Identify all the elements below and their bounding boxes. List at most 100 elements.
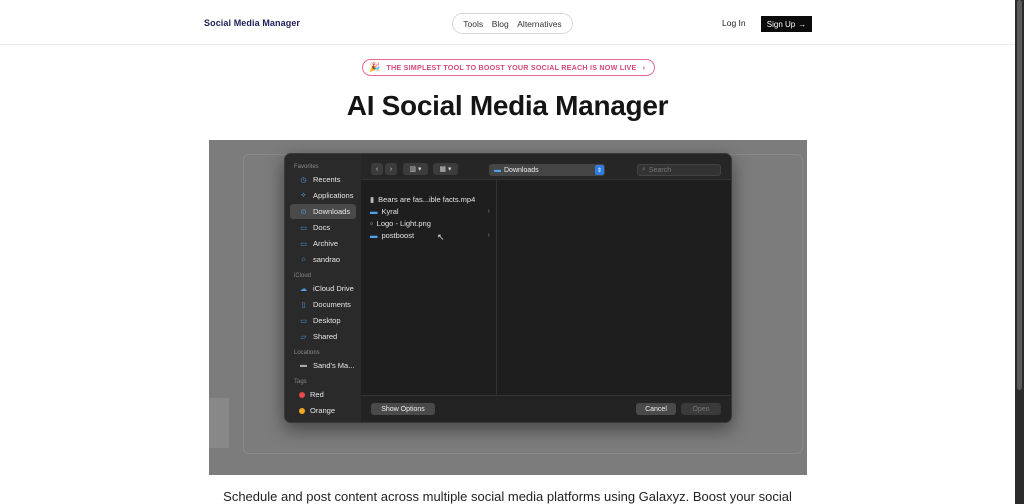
sidebar-item-label: Archive — [313, 239, 339, 248]
signup-button[interactable]: Sign Up → — [761, 16, 812, 32]
login-link[interactable]: Log In — [722, 18, 746, 28]
search-placeholder: Search — [648, 166, 672, 174]
announcement-text: THE SIMPLEST TOOL TO BOOST YOUR SOCIAL R… — [386, 63, 637, 72]
chevron-right-icon: › — [389, 165, 393, 173]
sidebar-item-sandrao[interactable]: ⌂ sandrao — [290, 252, 356, 267]
grid-icon: ▦ — [439, 166, 447, 173]
announcement-banner[interactable]: 🎉 THE SIMPLEST TOOL TO BOOST YOUR SOCIAL… — [362, 59, 655, 76]
sidebar-item-label: iCloud Drive — [313, 284, 354, 293]
page-title: AI Social Media Manager — [346, 90, 669, 121]
list-item[interactable]: ▫ Logo - Light.png — [361, 217, 496, 229]
chevron-right-icon: › — [642, 63, 646, 72]
sidebar-item-icloud-drive[interactable]: ☁ iCloud Drive — [290, 281, 356, 296]
sidebar-item-label: Red — [310, 390, 324, 399]
page: Social Media Manager Tools Blog Alternat… — [0, 0, 1024, 504]
header-divider — [0, 44, 1015, 45]
scrollbar-thumb[interactable] — [1017, 0, 1022, 390]
sidebar-item-archive[interactable]: ▭ Archive — [290, 236, 356, 251]
chevron-down-icon: ▾ — [418, 166, 422, 173]
document-icon: ▯ — [301, 301, 306, 309]
column-view-button[interactable]: ▥ ▾ — [403, 163, 428, 175]
file-open-dialog: Favorites ◷ Recents ⟡ Applications ⊙ Dow… — [284, 153, 732, 423]
cloud-icon: ☁ — [300, 285, 307, 293]
favorites-heading: Favorites — [294, 164, 319, 170]
sidebar-item-label: Orange — [310, 406, 336, 415]
sidebar-item-label: Sand's Ma... — [313, 361, 355, 370]
signup-label: Sign Up — [766, 19, 796, 29]
chevron-right-icon: › — [487, 207, 490, 215]
sidebar-item-label: Documents — [313, 300, 351, 309]
search-icon: ⌕ — [642, 166, 646, 173]
apps-icon: ⟡ — [301, 191, 306, 199]
location-select[interactable]: ▬ Downloads ⇕ — [489, 164, 605, 176]
sidebar-item-applications[interactable]: ⟡ Applications — [290, 188, 356, 203]
sidebar-item-label: Docs — [313, 223, 331, 232]
brand-logo[interactable]: Social Media Manager — [204, 18, 300, 28]
laptop-icon: ▬ — [300, 362, 307, 369]
list-item[interactable]: ▬ postboost › — [361, 229, 496, 241]
folder-icon: ▭ — [300, 224, 307, 232]
shared-folder-icon: ▱ — [300, 333, 307, 341]
file-name: Bears are fas...ible facts.mp4 — [378, 194, 476, 204]
mouse-cursor-icon: ↖ — [437, 232, 445, 242]
main-nav: Tools Blog Alternatives — [452, 13, 573, 34]
show-options-button[interactable]: Show Options — [371, 403, 435, 415]
sidebar-item-downloads[interactable]: ⊙ Downloads — [290, 204, 356, 219]
arrow-right-icon: → — [798, 19, 807, 29]
cancel-button[interactable]: Cancel — [636, 403, 676, 415]
dialog-sidebar: Favorites ◷ Recents ⟡ Applications ⊙ Dow… — [285, 154, 361, 422]
location-label: Downloads — [504, 166, 539, 174]
download-icon: ⊙ — [300, 208, 307, 216]
chevron-left-icon: ‹ — [375, 165, 379, 173]
sidebar-item-label: Recents — [313, 175, 341, 184]
sidebar-tag-red[interactable]: Red — [290, 387, 356, 402]
sidebar-item-label: Downloads — [313, 207, 351, 216]
sidebar-item-label: Shared — [313, 332, 338, 341]
hero-description: Schedule and post content across multipl… — [223, 489, 792, 504]
search-input[interactable]: ⌕ Search — [637, 164, 721, 176]
forward-button[interactable]: › — [385, 163, 397, 175]
video-file-icon: ▮ — [370, 194, 375, 204]
sidebar-item-sands-mac[interactable]: ▬ Sand's Ma... — [290, 358, 356, 373]
sidebar-item-documents[interactable]: ▯ Documents — [290, 297, 356, 312]
nav-alternatives[interactable]: Alternatives — [517, 19, 561, 29]
sidebar-item-label: Desktop — [313, 316, 341, 325]
home-icon: ⌂ — [301, 256, 306, 263]
locations-heading: Locations — [294, 350, 320, 356]
file-name: postboost — [381, 230, 415, 240]
folder-icon: ▬ — [370, 206, 378, 216]
demo-screenshot: Favorites ◷ Recents ⟡ Applications ⊙ Dow… — [209, 140, 807, 475]
sidebar-item-docs[interactable]: ▭ Docs — [290, 220, 356, 235]
dialog-toolbar: ‹ › ▥ ▾ ▦ ▾ ▬ Downloads ⇕ ⌕ Search — [361, 154, 731, 180]
sidebar-tag-orange[interactable]: Orange — [290, 403, 356, 418]
folder-icon: ▬ — [494, 166, 501, 174]
group-view-button[interactable]: ▦ ▾ — [433, 163, 458, 175]
back-button[interactable]: ‹ — [371, 163, 383, 175]
orange-tag-dot-icon — [299, 407, 305, 414]
chevron-updown-icon: ⇕ — [595, 165, 604, 175]
list-item[interactable]: ▮ Bears are fas...ible facts.mp4 — [361, 193, 496, 205]
image-file-icon: ▫ — [370, 218, 373, 228]
sidebar-item-recents[interactable]: ◷ Recents — [290, 172, 356, 187]
folder-icon: ▬ — [370, 230, 378, 240]
red-tag-dot-icon — [299, 391, 305, 398]
sidebar-item-label: sandrao — [313, 255, 341, 264]
nav-blog[interactable]: Blog — [492, 19, 509, 29]
tags-heading: Tags — [294, 379, 307, 385]
dialog-footer: Show Options Cancel Open — [361, 395, 731, 422]
columns-icon: ▥ — [409, 166, 417, 173]
icloud-heading: iCloud — [294, 273, 312, 279]
file-name: Kyral — [381, 206, 399, 216]
file-name: Logo - Light.png — [376, 218, 431, 228]
sidebar-item-desktop[interactable]: ▭ Desktop — [290, 313, 356, 328]
list-item[interactable]: ▬ Kyral › — [361, 205, 496, 217]
chevron-right-icon: › — [487, 231, 490, 239]
clock-icon: ◷ — [300, 176, 307, 184]
file-list-column: ▮ Bears are fas...ible facts.mp4 ▬ Kyral… — [361, 180, 497, 395]
nav-tools[interactable]: Tools — [463, 19, 483, 29]
sidebar-item-shared[interactable]: ▱ Shared — [290, 329, 356, 344]
open-button[interactable]: Open — [681, 403, 721, 415]
page-scrollbar[interactable] — [1015, 0, 1024, 504]
chevron-down-icon: ▾ — [448, 166, 452, 173]
sidebar-item-label: Applications — [313, 191, 354, 200]
